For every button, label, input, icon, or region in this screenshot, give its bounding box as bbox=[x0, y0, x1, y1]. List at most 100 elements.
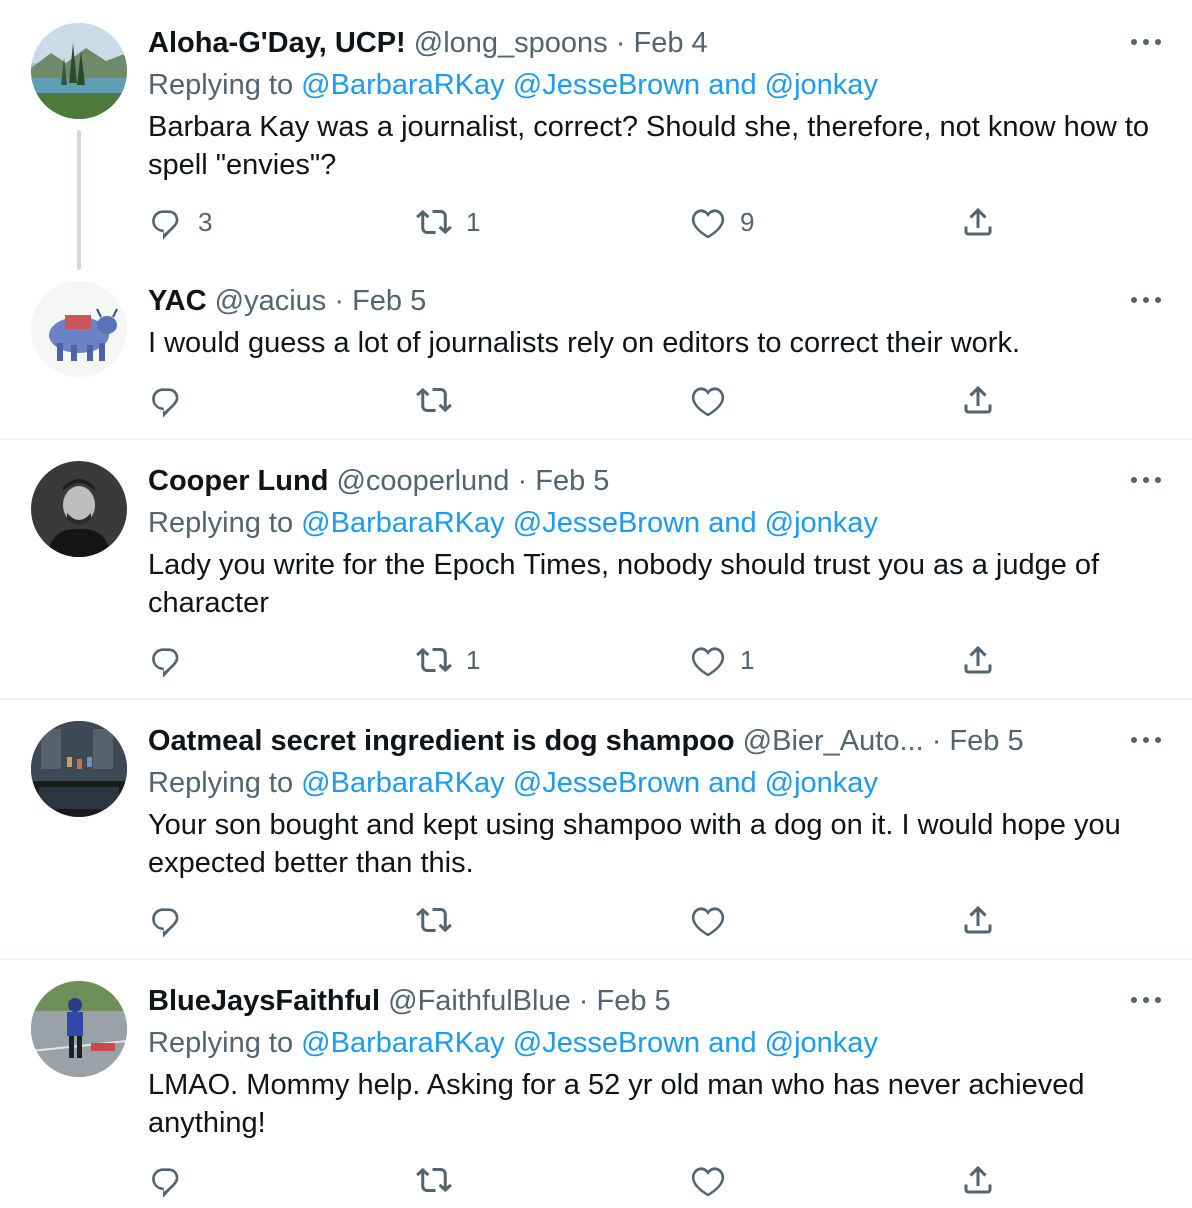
more-options-button[interactable] bbox=[1128, 290, 1164, 310]
display-name[interactable]: Oatmeal secret ingredient is dog shampoo bbox=[148, 725, 735, 757]
share-button[interactable] bbox=[960, 640, 996, 680]
tweet-header: Aloha-G'Day, UCP! @long_spoons · Feb 4 bbox=[148, 24, 1122, 62]
replying-to-label: Replying to bbox=[148, 1027, 294, 1059]
like-button[interactable] bbox=[690, 1160, 726, 1200]
reply-button[interactable]: 3 bbox=[148, 202, 212, 242]
share-upload-icon bbox=[964, 385, 992, 414]
tweet-date[interactable]: Feb 5 bbox=[949, 725, 1023, 757]
tweet-date[interactable]: Feb 5 bbox=[352, 285, 426, 317]
avatar[interactable] bbox=[31, 23, 127, 119]
avatar-lake-landscape bbox=[31, 23, 127, 119]
like-count: 9 bbox=[740, 206, 755, 237]
avatar[interactable] bbox=[31, 721, 127, 817]
separator-dot: · bbox=[517, 465, 528, 497]
tweet-date[interactable]: Feb 5 bbox=[597, 985, 671, 1017]
avatar[interactable] bbox=[31, 461, 127, 557]
retweet-icon bbox=[416, 1167, 452, 1193]
more-options-button[interactable] bbox=[1128, 470, 1164, 490]
share-button[interactable] bbox=[960, 202, 996, 242]
replying-to-line: Replying to @BarbaraRKay @JesseBrown and… bbox=[148, 66, 878, 104]
tweet-date[interactable]: Feb 5 bbox=[535, 465, 609, 497]
like-button[interactable]: 1 bbox=[690, 640, 754, 680]
mention-link[interactable]: @jonkay bbox=[765, 1027, 878, 1059]
mention-link[interactable]: @BarbaraRKay bbox=[301, 69, 505, 101]
tweet-text: Your son bought and kept using shampoo w… bbox=[148, 809, 1121, 879]
more-horizontal-icon bbox=[1131, 737, 1161, 743]
user-handle[interactable]: @cooperlund bbox=[336, 465, 509, 497]
tweet-header: BlueJaysFaithful @FaithfulBlue · Feb 5 bbox=[148, 982, 1122, 1020]
retweet-button[interactable] bbox=[416, 380, 452, 420]
share-button[interactable] bbox=[960, 380, 996, 420]
replying-to-label: Replying to bbox=[148, 767, 294, 799]
mention-link[interactable]: @jonkay bbox=[765, 69, 878, 101]
avatar[interactable] bbox=[31, 981, 127, 1077]
display-name[interactable]: BlueJaysFaithful bbox=[148, 985, 380, 1017]
user-handle[interactable]: @Bier_Auto... bbox=[743, 725, 924, 757]
reply-button[interactable] bbox=[148, 900, 184, 940]
retweet-count: 1 bbox=[466, 206, 481, 237]
reply-count: 3 bbox=[198, 206, 213, 237]
mention-and-others-link[interactable]: and bbox=[708, 1027, 756, 1059]
mention-link[interactable]: @jonkay bbox=[765, 507, 878, 539]
share-button[interactable] bbox=[960, 900, 996, 940]
tweet-header: Oatmeal secret ingredient is dog shampoo… bbox=[148, 722, 1122, 760]
display-name[interactable]: Aloha-G'Day, UCP! bbox=[148, 27, 406, 59]
tweet-divider bbox=[0, 438, 1192, 440]
like-button[interactable] bbox=[690, 900, 726, 940]
heart-icon bbox=[691, 1167, 725, 1197]
like-button[interactable] bbox=[690, 380, 726, 420]
reply-button[interactable] bbox=[148, 640, 184, 680]
tweet-text: Barbara Kay was a journalist, correct? S… bbox=[148, 111, 1150, 181]
separator-dot: · bbox=[578, 985, 589, 1017]
tweet-text: LMAO. Mommy help. Asking for a 52 yr old… bbox=[148, 1069, 1085, 1139]
share-upload-icon bbox=[964, 207, 992, 236]
mention-link[interactable]: @JesseBrown bbox=[513, 1027, 700, 1059]
user-handle[interactable]: @long_spoons bbox=[414, 27, 608, 59]
more-horizontal-icon bbox=[1131, 477, 1161, 483]
reply-button[interactable] bbox=[148, 1160, 184, 1200]
retweet-icon bbox=[416, 387, 452, 413]
tweet-date[interactable]: Feb 4 bbox=[634, 27, 708, 59]
mention-link[interactable]: @JesseBrown bbox=[513, 767, 700, 799]
retweet-count: 1 bbox=[466, 644, 481, 675]
share-upload-icon bbox=[964, 645, 992, 674]
retweet-button[interactable] bbox=[416, 1160, 452, 1200]
retweet-button[interactable]: 1 bbox=[416, 202, 480, 242]
avatar-person-photo bbox=[31, 461, 127, 557]
mention-link[interactable]: @JesseBrown bbox=[513, 69, 700, 101]
tweet-text: I would guess a lot of journalists rely … bbox=[148, 327, 1020, 359]
reply-bubble-icon bbox=[152, 210, 179, 240]
retweet-button[interactable]: 1 bbox=[416, 640, 480, 680]
display-name[interactable]: Cooper Lund bbox=[148, 465, 328, 497]
mention-link[interactable]: @BarbaraRKay bbox=[301, 1027, 505, 1059]
mention-link[interactable]: @JesseBrown bbox=[513, 507, 700, 539]
heart-icon bbox=[691, 907, 725, 937]
avatar-person-parking-lot bbox=[31, 981, 127, 1077]
mention-and-others-link[interactable]: and bbox=[708, 69, 756, 101]
user-handle[interactable]: @yacius bbox=[215, 285, 327, 317]
mention-and-others-link[interactable]: and bbox=[708, 767, 756, 799]
like-button[interactable]: 9 bbox=[690, 202, 754, 242]
retweet-button[interactable] bbox=[416, 900, 452, 940]
mention-and-others-link[interactable]: and bbox=[708, 507, 756, 539]
tweet-divider bbox=[0, 958, 1192, 960]
replying-to-label: Replying to bbox=[148, 507, 294, 539]
mention-link[interactable]: @BarbaraRKay bbox=[301, 767, 505, 799]
mention-link[interactable]: @BarbaraRKay bbox=[301, 507, 505, 539]
more-options-button[interactable] bbox=[1128, 990, 1164, 1010]
more-horizontal-icon bbox=[1131, 997, 1161, 1003]
avatar[interactable] bbox=[31, 281, 127, 377]
more-options-button[interactable] bbox=[1128, 730, 1164, 750]
more-options-button[interactable] bbox=[1128, 32, 1164, 52]
reply-bubble-icon bbox=[152, 388, 179, 418]
reply-button[interactable] bbox=[148, 380, 184, 420]
mention-link[interactable]: @jonkay bbox=[765, 767, 878, 799]
separator-dot: · bbox=[334, 285, 345, 317]
share-button[interactable] bbox=[960, 1160, 996, 1200]
retweet-icon bbox=[416, 209, 452, 235]
user-handle[interactable]: @FaithfulBlue bbox=[388, 985, 571, 1017]
thread-connector-line bbox=[77, 130, 81, 270]
replying-to-label: Replying to bbox=[148, 69, 294, 101]
tweet-header: Cooper Lund @cooperlund · Feb 5 bbox=[148, 462, 1122, 500]
display-name[interactable]: YAC bbox=[148, 285, 207, 317]
